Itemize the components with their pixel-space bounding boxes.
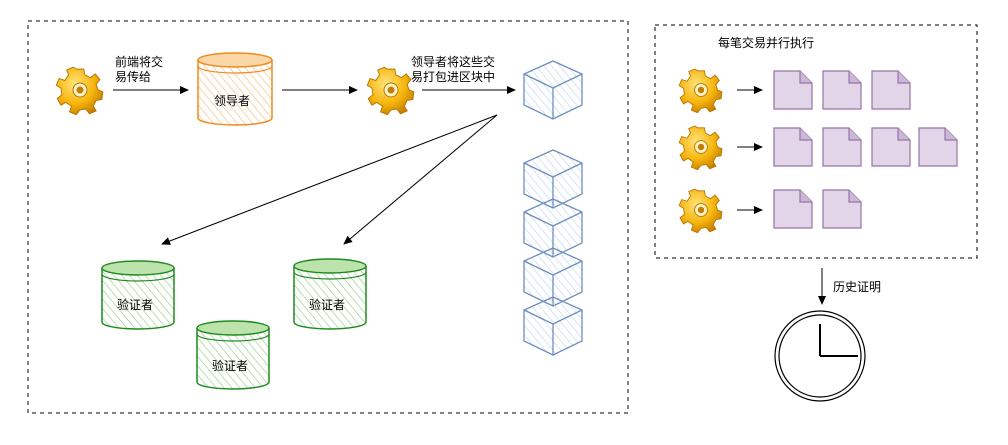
arrow-to-validator-right [343,114,498,245]
row1-document-icon-2 [822,70,862,110]
row1-document-icon-1 [773,70,813,110]
arrow-to-validator-left [161,114,498,245]
leader-pack-label: 领导者将这些交 易打包进区块中 [411,55,495,85]
leader-pack-line2: 易打包进区块中 [411,70,496,84]
validator-right-database-icon [293,258,367,330]
row2-document-icon-2 [822,127,862,167]
leader-node-label: 领导者 [214,94,251,108]
frontend-to-leader-line2: 易传给 [115,70,152,84]
leader-gear-icon [366,66,415,115]
validator-left-label: 验证者 [117,298,154,312]
row1-document-icon-3 [871,70,911,110]
chain-block-4-cube-icon [523,296,583,356]
row2-gear-icon [678,125,723,170]
row1-gear-icon [678,68,723,113]
leader-pack-line1: 领导者将这些交 [411,55,496,69]
row3-document-icon-2 [822,189,862,229]
frontend-to-leader-label: 前端将交 易传给 [115,55,163,85]
clock-icon [774,310,866,402]
frontend-to-leader-line1: 前端将交 [115,55,164,69]
row2-document-icon-4 [918,127,958,167]
history-proof-label: 历史证明 [833,280,882,294]
validator-bottom-label: 验证者 [212,359,249,373]
new-block-cube-icon [523,60,583,120]
validator-left-database-icon [101,260,175,330]
row2-document-icon-3 [871,127,911,167]
parallel-execution-title: 每笔交易并行执行 [718,36,815,50]
row3-document-icon-1 [773,189,813,229]
validator-bottom-database-icon [196,320,270,390]
leader-database-icon [197,52,273,126]
row3-gear-icon [678,188,723,233]
row2-document-icon-1 [773,127,813,167]
validator-right-label: 验证者 [309,298,346,312]
frontend-gear-icon [55,66,104,115]
